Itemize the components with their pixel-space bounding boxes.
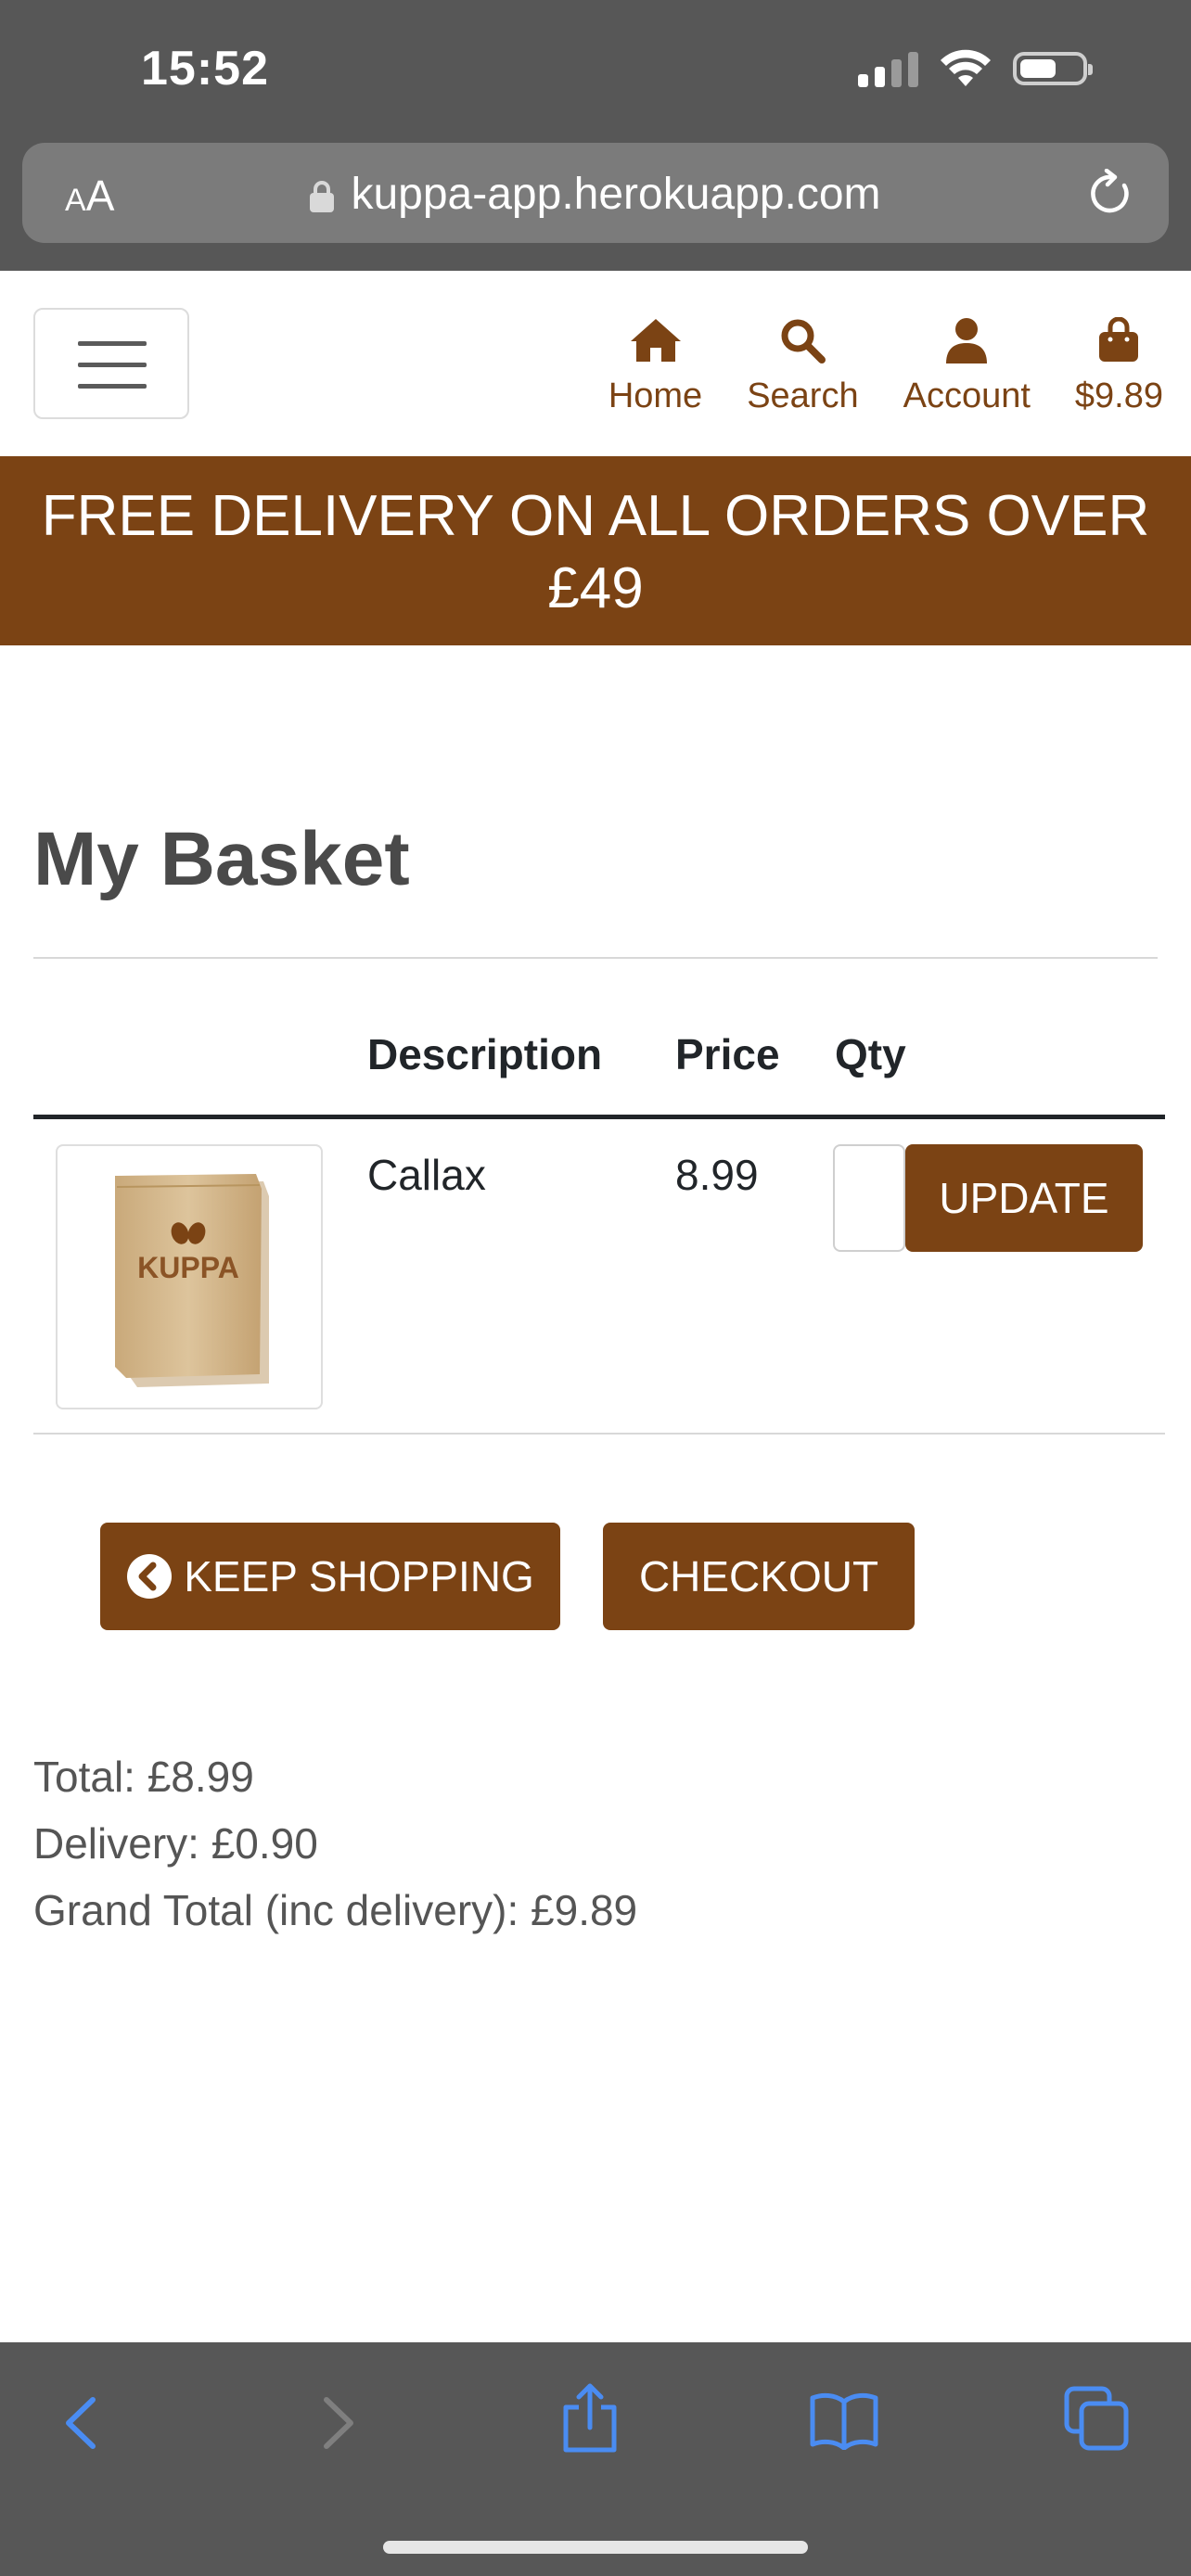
tabs-icon[interactable] [1063,2385,1130,2452]
page-title: My Basket [33,817,410,901]
nav-home-label: Home [608,376,703,415]
status-time: 15:52 [141,42,269,96]
nav-account-label: Account [903,376,1031,415]
delivery-line: Delivery: £0.90 [33,1819,318,1868]
column-header-qty: Qty [835,1030,906,1078]
share-icon[interactable] [560,2383,620,2454]
update-button[interactable]: UPDATE [905,1144,1143,1252]
checkout-button[interactable]: CHECKOUT [603,1523,915,1630]
url-text[interactable]: kuppa-app.herokuapp.com [351,169,880,220]
table-header-divider [33,1115,1165,1119]
total-line: Total: £8.99 [33,1753,254,1801]
main-nav: Home Search Account $9.89 [564,308,1163,416]
search-icon [781,319,826,363]
browser-top-chrome: 15:52 AA kuppa-app.herokuapp.com [0,0,1191,271]
nav-search[interactable]: Search [747,308,859,416]
column-header-price: Price [675,1030,780,1078]
nav-basket-total: $9.89 [1074,376,1163,415]
bookmarks-icon[interactable] [809,2391,879,2450]
nav-home[interactable]: Home [608,308,702,416]
column-header-description: Description [367,1030,603,1078]
wifi-icon [941,49,991,86]
cellular-signal-icon [858,50,918,87]
home-icon [630,319,681,362]
quantity-input[interactable] [833,1144,905,1252]
home-indicator [383,2541,808,2554]
item-description[interactable]: Callax [367,1150,486,1200]
keep-shopping-label: KEEP SHOPPING [184,1552,534,1600]
keep-shopping-button[interactable]: KEEP SHOPPING [100,1523,560,1630]
reload-icon[interactable] [1087,169,1133,217]
status-icons [858,48,1093,89]
address-bar[interactable]: AA kuppa-app.herokuapp.com [22,143,1169,243]
lock-icon [310,180,335,212]
order-summary: Total: £8.99 Delivery: £0.90 Grand Total… [33,1743,637,1944]
item-price: 8.99 [675,1151,759,1199]
user-icon [946,318,988,363]
battery-icon [1013,52,1093,85]
product-logo-text: KUPPA [137,1251,239,1284]
site-header: Home Search Account $9.89 [0,271,1191,456]
promo-banner: FREE DELIVERY ON ALL ORDERS OVER £49 [0,456,1191,645]
divider [33,957,1158,959]
promo-line-2: £49 [547,556,644,620]
nav-search-label: Search [747,376,859,415]
product-image[interactable]: KUPPA [56,1144,323,1409]
promo-line-1: FREE DELIVERY ON ALL ORDERS OVER [41,484,1150,548]
coffee-bag-image: KUPPA [115,1174,269,1387]
nav-basket[interactable]: $9.89 [1075,308,1163,416]
chevron-left-circle-icon [127,1554,173,1599]
menu-toggle-button[interactable] [33,308,189,419]
shopping-bag-icon [1099,317,1139,362]
table-row-divider [33,1433,1165,1435]
forward-icon[interactable] [315,2392,362,2454]
grand-total-line: Grand Total (inc delivery): £9.89 [33,1886,638,1934]
nav-account[interactable]: Account [903,308,1031,416]
back-icon[interactable] [58,2392,104,2454]
